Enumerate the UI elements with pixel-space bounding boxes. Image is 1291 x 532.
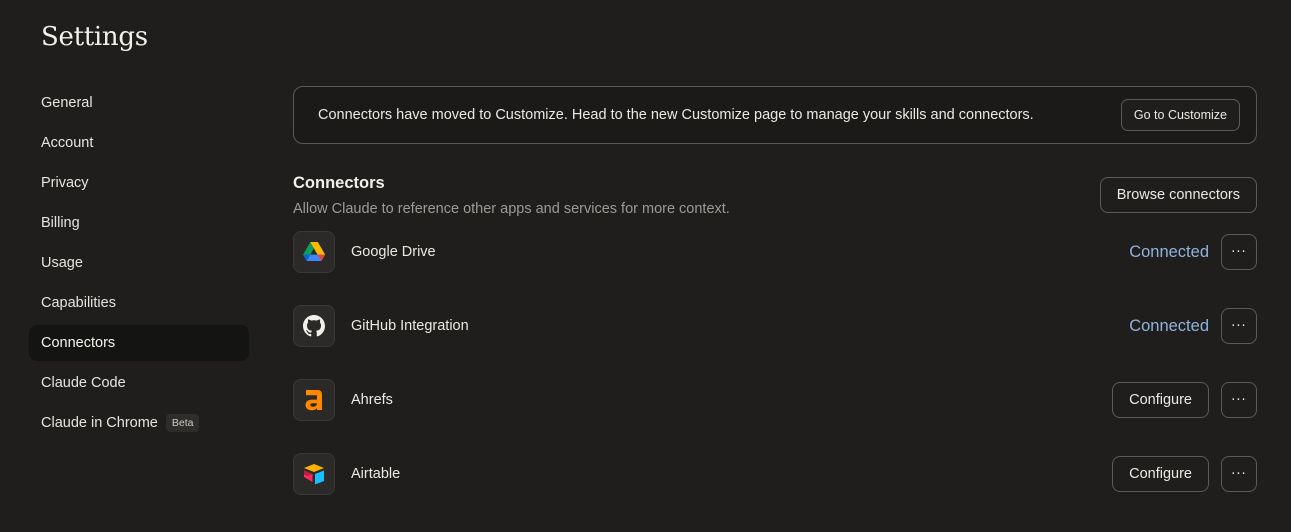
configure-button[interactable]: Configure xyxy=(1112,382,1209,418)
more-options-button[interactable]: ··· xyxy=(1221,234,1257,270)
page-title: Settings xyxy=(41,22,148,52)
connected-status: Connected xyxy=(1129,316,1209,335)
browse-connectors-button[interactable]: Browse connectors xyxy=(1099,177,1257,213)
sidebar-item-label: General xyxy=(41,95,93,111)
sidebar-item-privacy[interactable]: Privacy xyxy=(29,165,249,201)
sidebar-item-label: Capabilities xyxy=(41,295,116,311)
sidebar-item-account[interactable]: Account xyxy=(29,125,249,161)
sidebar-item-usage[interactable]: Usage xyxy=(29,245,249,281)
more-options-button[interactable]: ··· xyxy=(1221,456,1257,492)
sidebar-item-label: Claude in Chrome xyxy=(41,415,158,431)
notice-text: Connectors have moved to Customize. Head… xyxy=(318,107,1034,123)
sidebar-item-label: Usage xyxy=(41,255,83,271)
more-options-button[interactable]: ··· xyxy=(1221,308,1257,344)
sidebar-item-label: Connectors xyxy=(41,335,116,351)
connectors-main: Connectors have moved to Customize. Head… xyxy=(293,86,1257,527)
github-icon xyxy=(293,305,335,347)
ahrefs-icon xyxy=(293,379,335,421)
beta-badge: Beta xyxy=(165,414,200,432)
sidebar-item-general[interactable]: General xyxy=(29,85,249,121)
connector-list: Google Drive Connected ··· GitHub Integr… xyxy=(293,231,1257,495)
connector-name: GitHub Integration xyxy=(351,318,469,334)
connector-name: Ahrefs xyxy=(351,392,393,408)
settings-page: Settings General Account Privacy Billing… xyxy=(0,0,1291,532)
sidebar-item-connectors[interactable]: Connectors xyxy=(29,325,249,361)
connector-name: Google Drive xyxy=(351,244,436,260)
connectors-header: Connectors Allow Claude to reference oth… xyxy=(293,174,1257,224)
connected-status: Connected xyxy=(1129,242,1209,261)
more-options-button[interactable]: ··· xyxy=(1221,382,1257,418)
settings-sidebar: General Account Privacy Billing Usage Ca… xyxy=(29,85,249,445)
sidebar-item-label: Account xyxy=(41,135,94,151)
sidebar-item-label: Billing xyxy=(41,215,80,231)
airtable-icon xyxy=(293,453,335,495)
connector-row-google-drive: Google Drive Connected ··· xyxy=(293,231,1257,273)
sidebar-item-billing[interactable]: Billing xyxy=(29,205,249,241)
connector-row-airtable: Airtable Configure ··· xyxy=(293,453,1257,495)
connector-row-ahrefs: Ahrefs Configure ··· xyxy=(293,379,1257,421)
customize-notice: Connectors have moved to Customize. Head… xyxy=(293,86,1257,144)
connector-name: Airtable xyxy=(351,466,401,482)
sidebar-item-capabilities[interactable]: Capabilities xyxy=(29,285,249,321)
configure-button[interactable]: Configure xyxy=(1112,456,1209,492)
connector-row-github: GitHub Integration Connected ··· xyxy=(293,305,1257,347)
google-drive-icon xyxy=(293,231,335,273)
sidebar-item-label: Privacy xyxy=(41,175,89,191)
sidebar-item-claude-in-chrome[interactable]: Claude in Chrome Beta xyxy=(29,405,249,441)
sidebar-item-label: Claude Code xyxy=(41,375,126,391)
go-to-customize-button[interactable]: Go to Customize xyxy=(1120,99,1240,131)
sidebar-item-claude-code[interactable]: Claude Code xyxy=(29,365,249,401)
